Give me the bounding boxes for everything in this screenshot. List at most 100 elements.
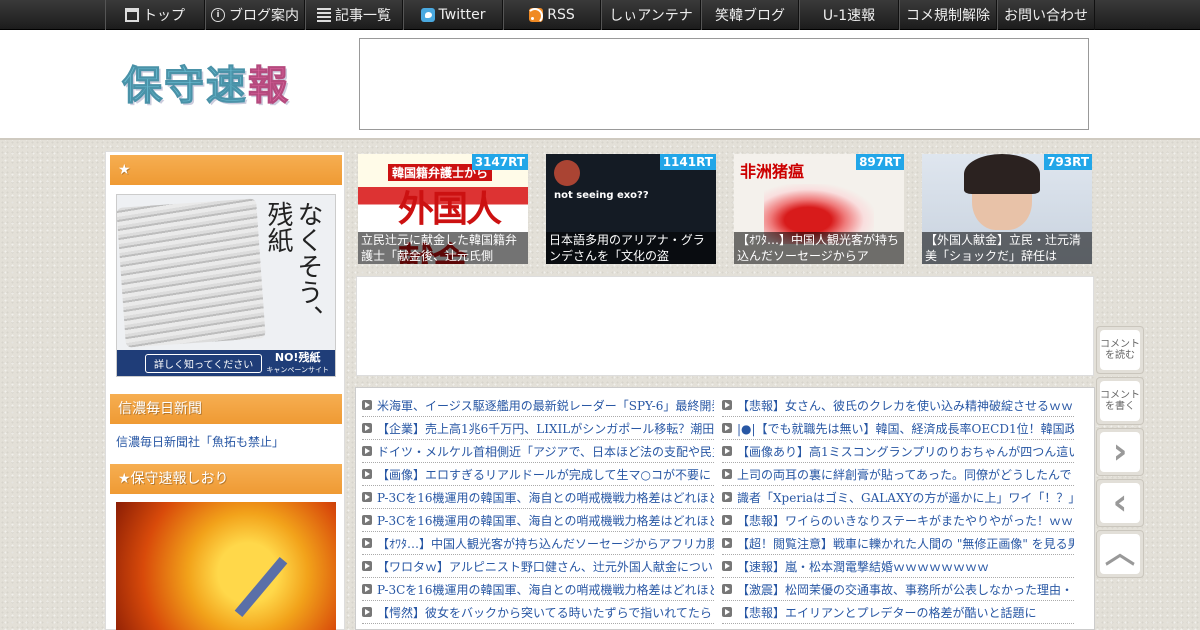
nav-item-label: RSS (547, 7, 575, 23)
list-item[interactable]: 上司の両耳の裏に絆創膏が貼ってあった。同僚がどうしたんで (722, 463, 1074, 486)
twitter-icon (420, 8, 435, 22)
retweet-count-badge: 1141RT (659, 154, 716, 170)
article-title: 【ｵﾜﾀ…】中国人観光客が持ち込んだソーセージからアフリカ豚 (377, 536, 714, 551)
nav-item[interactable]: お問い合わせ (997, 0, 1095, 30)
play-bullet-icon (362, 515, 372, 525)
list-item[interactable]: 【企業】売上高1兆6千万円、LIXILがシンガポール移転？潮田会 (362, 417, 714, 440)
next-article-button[interactable]: › (1096, 428, 1144, 476)
play-bullet-icon (722, 446, 732, 456)
list-item[interactable]: 【画像】エロすぎるリアルドールが完成して生マ○コが不要に (362, 463, 714, 486)
sidebar-heading-bookmark: ★保守速報しおり (110, 464, 342, 494)
play-bullet-icon (722, 538, 732, 548)
home-icon (125, 8, 139, 22)
logo-text-main: 保守速 (122, 62, 248, 110)
list-item[interactable]: 【画像あり】高1ミスコングランプリのりおちゃんが四つん這い (722, 440, 1074, 463)
nav-item[interactable]: 記事一覧 (305, 0, 403, 30)
list-item[interactable]: 【超！閲覧注意】戦車に轢かれた人間の "無修正画像" を見る男 (722, 532, 1074, 555)
article-title: 【画像あり】高1ミスコングランプリのりおちゃんが四つん這い (737, 444, 1074, 459)
ranking-thumb-3[interactable]: 非洲猪瘟 897RT 【ｵﾜﾀ…】中国人観光客が持ち込んだソーセージからア (734, 154, 904, 264)
rss-icon (529, 8, 544, 22)
play-bullet-icon (722, 515, 732, 525)
nav-item-label: 記事一覧 (335, 8, 391, 24)
logo-text-accent: 報 (248, 62, 290, 110)
article-title: 識者「Xperiaはゴミ、GALAXYの方が遥かに上」ワイ「！？」 (737, 490, 1074, 505)
list-item[interactable]: 【悲報】エイリアンとプレデターの格差が酷いと話題に (722, 601, 1074, 624)
ranking-thumb-2[interactable]: not seeing exo?? 1141RT 日本語多用のアリアナ・グランデさ… (546, 154, 716, 264)
write-comment-button[interactable]: コメントを書く (1096, 377, 1144, 425)
play-bullet-icon (722, 423, 732, 433)
nav-item-label: しぃアンテナ (609, 8, 693, 24)
content-ad-slot[interactable] (356, 276, 1094, 376)
article-title: P-3Cを16機運用の韓国軍、海自との哨戒機戦力格差はどれほど (377, 582, 714, 597)
prev-article-button[interactable]: ‹ (1096, 479, 1144, 527)
list-item[interactable]: ドイツ・メルケル首相側近「アジアで、日本ほど法の支配や民主 (362, 440, 714, 463)
nav-item[interactable]: コメ規制解除 (899, 0, 997, 30)
play-bullet-icon (362, 584, 372, 594)
retweet-count-badge: 897RT (856, 154, 904, 170)
play-bullet-icon (362, 561, 372, 571)
banner-badge-sub: キャンペーンサイト (266, 366, 329, 374)
list-item[interactable]: P-3Cを16機運用の韓国軍、海自との哨戒機戦力格差はどれほど (362, 578, 714, 601)
list-item[interactable]: 【激震】松岡茉優の交通事故、事務所が公表しなかった理由・ (722, 578, 1074, 601)
article-title: 米海軍、イージス駆逐艦用の最新鋭レーダー「SPY-6」最終開発 (377, 398, 714, 413)
play-bullet-icon (722, 469, 732, 479)
list-item[interactable]: 識者「Xperiaはゴミ、GALAXYの方が遥かに上」ワイ「！？」 (722, 486, 1074, 509)
nav-item[interactable]: 笑韓ブログ (701, 0, 799, 30)
ranking-thumb-1[interactable]: 韓国籍弁護士から 外国人献金 3147RT 立民辻元に献金した韓国籍弁護士「献金… (358, 154, 528, 264)
banner-slogan: なくそう、残紙 (263, 201, 323, 331)
play-bullet-icon (722, 607, 732, 617)
article-column-right: 【悲報】女さん、彼氏のクレカを使い込み精神破綻させるｗｗｗ |●|【でも就職先は無… (722, 394, 1074, 624)
banner-badge: NO!残紙 キャンペーンサイト (266, 352, 329, 376)
read-comments-label: コメントを読む (1100, 330, 1140, 370)
nav-item[interactable]: U-1速報 (799, 0, 899, 30)
sidebar: ★ なくそう、残紙 詳しく知ってください NO!残紙 キャンペーンサイト 信濃毎日… (105, 151, 345, 630)
play-bullet-icon (722, 400, 732, 410)
nav-item-label: コメ規制解除 (906, 8, 990, 24)
header-ad-slot[interactable] (359, 38, 1089, 130)
nav-item[interactable]: トップ (105, 0, 205, 30)
zanshi-campaign-banner[interactable]: なくそう、残紙 詳しく知ってください NO!残紙 キャンペーンサイト (116, 194, 336, 377)
read-comments-button[interactable]: コメントを読む (1096, 326, 1144, 374)
retweet-count-badge: 3147RT (471, 154, 528, 170)
scroll-top-button[interactable]: ︿ (1096, 530, 1144, 578)
list-item[interactable]: P-3Cを16機運用の韓国軍、海自との哨戒機戦力格差はどれほど (362, 486, 714, 509)
list-item[interactable]: 米海軍、イージス駆逐艦用の最新鋭レーダー「SPY-6」最終開発 (362, 394, 714, 417)
nav-item[interactable]: i ブログ案内 (205, 0, 305, 30)
site-logo[interactable]: 保守速報 (122, 53, 322, 113)
play-bullet-icon (722, 584, 732, 594)
nav-item[interactable]: しぃアンテナ (601, 0, 701, 30)
nav-item-label: 笑韓ブログ (715, 8, 785, 24)
article-title: 【悲報】エイリアンとプレデターの格差が酷いと話題に (737, 605, 1037, 620)
list-item[interactable]: 【悲報】ワイらのいきなりステーキがまたやりやがった！ｗｗ (722, 509, 1074, 532)
play-bullet-icon (362, 446, 372, 456)
shinano-link[interactable]: 信濃毎日新聞社「魚拓も禁止」 (116, 433, 284, 450)
avatar (554, 160, 580, 186)
nav-item[interactable]: Twitter (403, 0, 503, 30)
nav-item-label: U-1速報 (822, 8, 876, 24)
list-item[interactable]: |●|【でも就職先は無い】韓国、経済成長率OECD1位！韓国政府 (722, 417, 1074, 440)
nav-list: トップ i ブログ案内 記事一覧 Twitter RSS しぃアンテナ 笑韓ブログ U-1速報 コ… (105, 0, 1095, 30)
chevron-up-icon: ︿ (1105, 536, 1135, 571)
ranking-thumb-4[interactable]: 793RT 【外国人献金】立民・辻元清美「ショックだ」辞任は (922, 154, 1092, 264)
article-title: 【画像】エロすぎるリアルドールが完成して生マ○コが不要に (377, 467, 711, 482)
list-item[interactable]: 【ｵﾜﾀ…】中国人観光客が持ち込んだソーセージからアフリカ豚 (362, 532, 714, 555)
list-item[interactable]: 【ワロタｗ】アルピニスト野口健さん、辻元外国人献金につい (362, 555, 714, 578)
thumb-caption: 日本語多用のアリアナ・グランデさんを「文化の盗 (546, 232, 716, 264)
banner-details-button[interactable]: 詳しく知ってください (145, 354, 263, 373)
article-list: 米海軍、イージス駆逐艦用の最新鋭レーダー「SPY-6」最終開発【企業】売上高1兆… (355, 387, 1095, 630)
list-icon (317, 8, 331, 22)
nav-item[interactable]: RSS (503, 0, 601, 30)
sidebar-heading-shinano: 信濃毎日新聞 (110, 394, 342, 424)
list-item[interactable]: 【悲報】女さん、彼氏のクレカを使い込み精神破綻させるｗｗｗ (722, 394, 1074, 417)
article-title: P-3Cを16機運用の韓国軍、海自との哨戒機戦力格差はどれほど (377, 490, 714, 505)
person-hair (964, 154, 1040, 194)
article-title: 【愕然】彼女をバックから突いてる時いたずらで指いれてたら (377, 605, 712, 620)
chevron-left-icon: ‹ (1112, 482, 1128, 523)
list-item[interactable]: P-3Cを16機運用の韓国軍、海自との哨戒機戦力格差はどれほど (362, 509, 714, 532)
article-title: |●|【でも就職先は無い】韓国、経済成長率OECD1位！韓国政府 (737, 421, 1074, 436)
list-item[interactable]: 【速報】嵐・松本潤電撃結婚ｗｗｗｗｗｗｗｗ (722, 555, 1074, 578)
bookmark-image[interactable] (116, 502, 336, 630)
article-title: 【悲報】ワイらのいきなりステーキがまたやりやがった！ｗｗ (737, 513, 1074, 528)
article-title: 上司の両耳の裏に絆創膏が貼ってあった。同僚がどうしたんで (737, 467, 1072, 482)
list-item[interactable]: 【愕然】彼女をバックから突いてる時いたずらで指いれてたら (362, 601, 714, 624)
